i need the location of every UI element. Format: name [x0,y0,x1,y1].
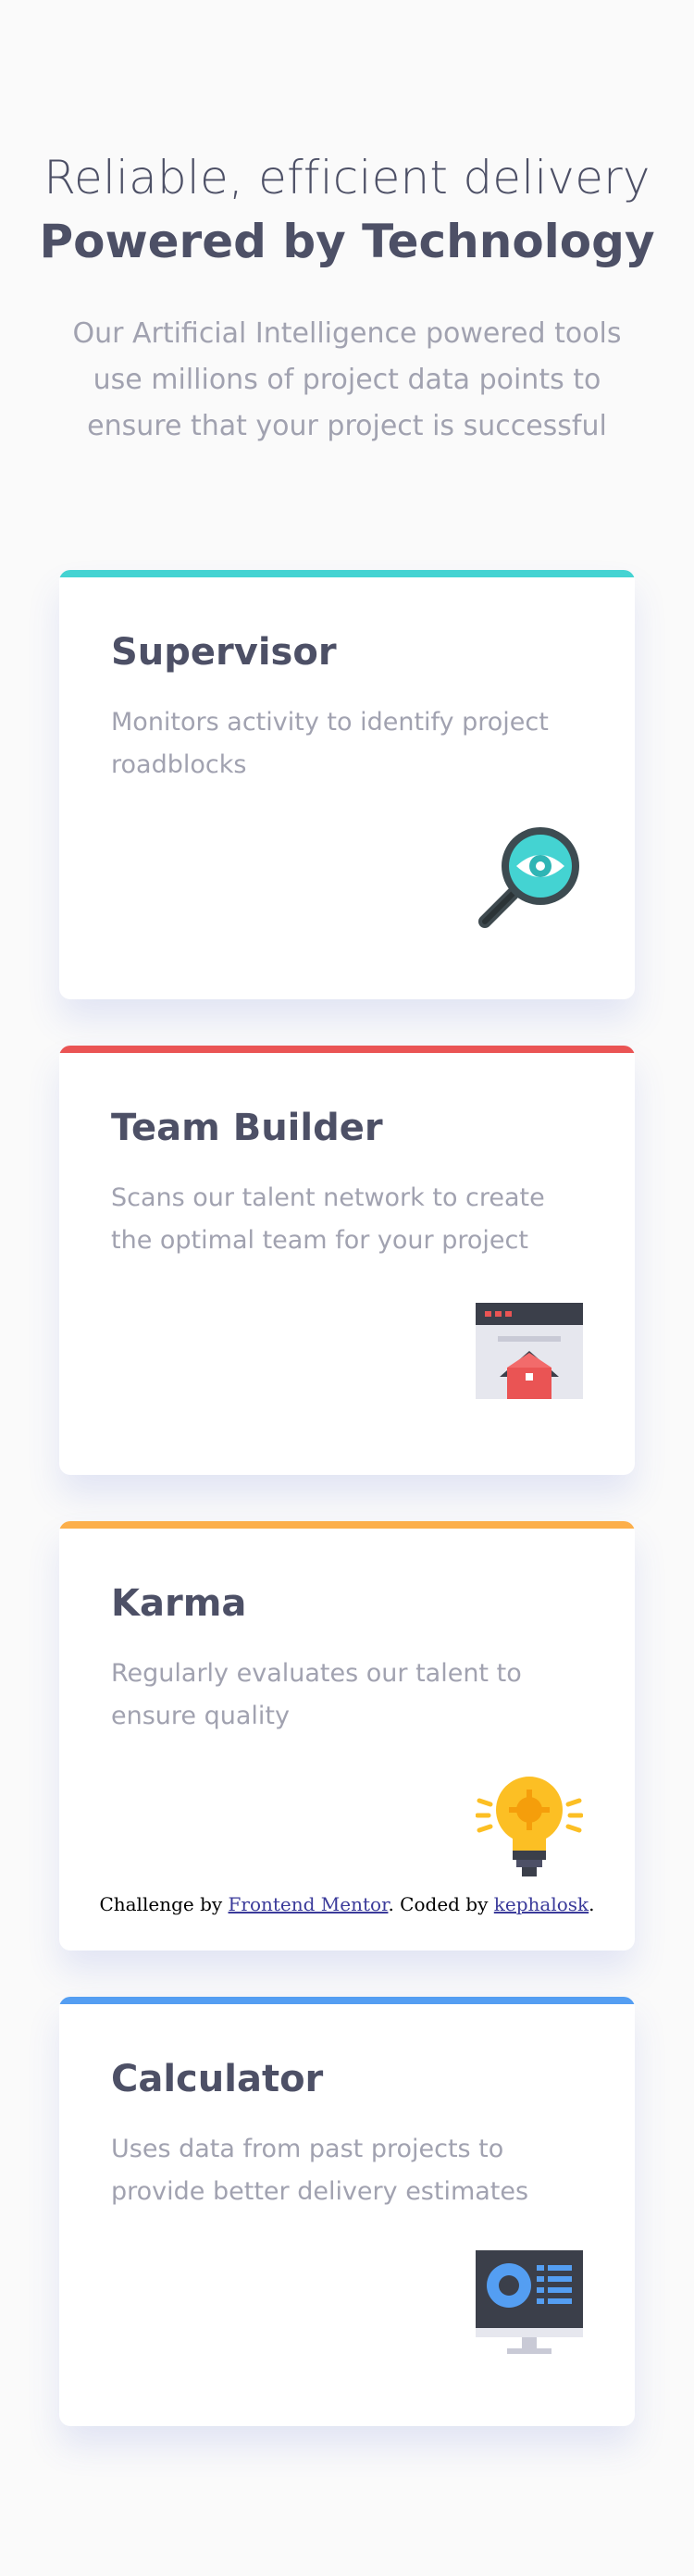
page-subtitle: Reliable, efficient delivery [43,151,651,204]
card-accent-bar [59,570,635,577]
card-description: Regularly evaluates our talent to ensure… [111,1659,522,1730]
card-description: Uses data from past projects to provide … [111,2135,529,2206]
card-supervisor: Supervisor Monitors activity to identify… [59,570,635,999]
author-link[interactable]: kephalosk [494,1893,589,1915]
calculator-monitor-icon [476,2250,583,2358]
card-description: Monitors activity to identify project ro… [111,708,549,779]
card-accent-bar [59,1521,635,1529]
card-accent-bar [59,1046,635,1053]
magnifier-eye-icon [476,824,583,931]
page-title: Powered by Technology [39,215,655,268]
card-team-builder: Team Builder Scans our talent network to… [59,1046,635,1475]
attribution-suffix: . [589,1893,595,1915]
card-title: Supervisor [111,631,337,674]
attribution: Challenge by Frontend Mentor. Coded by k… [0,1893,694,1915]
card-accent-bar [59,1997,635,2004]
card-calculator: Calculator Uses data from past projects … [59,1997,635,2426]
card-title: Team Builder [111,1107,383,1149]
card-karma: Karma Regularly evaluates our talent to … [59,1521,635,1951]
lightbulb-icon [475,1775,584,1882]
header-section: Reliable, efficient delivery Powered by … [0,148,694,450]
card-title: Calculator [111,2058,324,2100]
browser-house-icon [476,1299,583,1406]
attribution-prefix: Challenge by [99,1893,229,1915]
frontend-mentor-link[interactable]: Frontend Mentor [229,1893,389,1915]
attribution-middle: . Coded by [388,1893,494,1915]
card-title: Karma [111,1582,247,1625]
intro-text: Our Artificial Intelligence powered tool… [72,317,622,442]
card-description: Scans our talent network to create the o… [111,1183,545,1255]
